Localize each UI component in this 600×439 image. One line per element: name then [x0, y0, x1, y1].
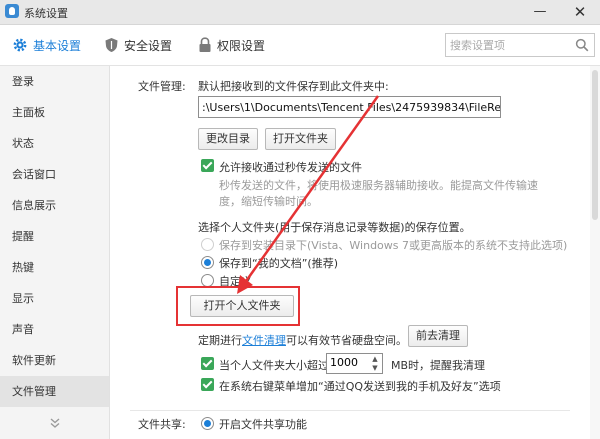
sidebar-item-display[interactable]: 显示 — [0, 283, 109, 314]
stepper-up-icon[interactable]: ▲ — [370, 355, 380, 364]
open-folder-button[interactable]: 打开文件夹 — [265, 128, 336, 150]
fast-transfer-description-line1: 秒传发送的文件，将使用极速服务器辅助接收。能提高文件传输速 — [219, 179, 538, 192]
tab-label: 权限设置 — [217, 38, 266, 53]
allow-fast-transfer-checkbox[interactable] — [201, 159, 214, 172]
sidebar-item-hotkeys[interactable]: 热键 — [0, 252, 109, 283]
qq-penguin-icon — [5, 4, 19, 18]
sidebar-item-software-update[interactable]: 软件更新 — [0, 345, 109, 376]
lock-icon — [199, 37, 211, 52]
sidebar-scroll-more[interactable] — [0, 417, 109, 432]
size-limit-label-before: 当个人文件夹大小超过 — [219, 359, 329, 372]
sidebar-item-chat-window[interactable]: 会话窗口 — [0, 159, 109, 190]
tab-basic-settings[interactable]: 基本设置 — [12, 25, 81, 65]
tab-permission-settings[interactable]: 权限设置 — [198, 25, 265, 65]
save-path-field[interactable] — [198, 96, 501, 118]
enable-file-share-label[interactable]: 开启文件共享功能 — [219, 416, 307, 432]
settings-toolbar: 基本设置 安全设置 权限设置 — [0, 25, 600, 66]
save-to-my-documents-radio[interactable] — [201, 256, 214, 269]
context-menu-checkbox[interactable] — [201, 378, 214, 391]
change-directory-button[interactable]: 更改目录 — [198, 128, 258, 150]
sidebar-item-file-management[interactable]: 文件管理 — [0, 376, 109, 407]
save-path-description: 默认把接收到的文件保存到此文件夹中: — [198, 80, 389, 93]
settings-search-box[interactable] — [445, 33, 595, 57]
file-management-section-label: 文件管理: — [138, 80, 186, 93]
tab-label: 安全设置 — [124, 38, 173, 53]
allow-fast-transfer-label[interactable]: 允许接收通过秒传发送的文件 — [219, 159, 362, 175]
context-menu-label[interactable]: 在系统右键菜单增加“通过QQ发送到我的手机及好友”选项 — [219, 378, 501, 394]
title-bar: 系统设置 — ✕ — [0, 0, 600, 25]
sidebar-item-status[interactable]: 状态 — [0, 128, 109, 159]
section-divider — [130, 410, 570, 411]
sidebar-item-reminder[interactable]: 提醒 — [0, 221, 109, 252]
save-to-install-dir-radio — [201, 238, 214, 251]
file-cleanup-link[interactable]: 文件清理 — [242, 334, 286, 347]
size-limit-stepper[interactable]: ▲ ▼ — [326, 353, 383, 374]
search-input[interactable] — [450, 37, 565, 53]
enable-file-share-radio[interactable] — [201, 417, 214, 430]
shield-icon — [105, 38, 118, 52]
stepper-down-icon[interactable]: ▼ — [370, 364, 380, 373]
gear-icon — [13, 38, 27, 52]
clean-now-button[interactable]: 前去清理 — [408, 325, 468, 347]
double-chevron-down-icon — [50, 418, 59, 428]
file-management-panel: 文件管理: 默认把接收到的文件保存到此文件夹中: 更改目录 打开文件夹 允许接收… — [110, 66, 590, 439]
cleanup-text-before: 定期进行 — [198, 334, 242, 347]
size-limit-label-after: MB时，提醒我清理 — [391, 359, 486, 372]
sidebar-item-info-display[interactable]: 信息展示 — [0, 190, 109, 221]
settings-sidebar: 登录 主面板 状态 会话窗口 信息展示 提醒 热键 显示 声音 软件更新 文件管… — [0, 66, 110, 439]
scrollbar-thumb[interactable] — [592, 70, 598, 220]
file-share-section-label: 文件共享: — [138, 418, 186, 431]
fast-transfer-description-line2: 度，缩短传输时间。 — [219, 195, 318, 208]
tab-label: 基本设置 — [33, 38, 82, 53]
cleanup-hint: 定期进行文件清理可以有效节省硬盘空间。 — [198, 332, 407, 348]
sidebar-item-sound[interactable]: 声音 — [0, 314, 109, 345]
save-to-install-dir-label: 保存到安装目录下(Vista、Windows 7或更高版本的系统不支持此选项) — [219, 239, 568, 252]
sidebar-item-login[interactable]: 登录 — [0, 66, 109, 97]
save-path-input[interactable] — [199, 97, 500, 117]
sidebar-item-main-panel[interactable]: 主面板 — [0, 97, 109, 128]
search-icon[interactable] — [575, 38, 589, 52]
window-title: 系统设置 — [24, 7, 68, 20]
cleanup-text-after: 可以有效节省硬盘空间。 — [286, 334, 407, 347]
size-limit-input[interactable] — [330, 356, 366, 369]
minimize-button[interactable]: — — [520, 0, 560, 24]
save-to-my-documents-label[interactable]: 保存到“我的文档”(推荐) — [219, 255, 338, 271]
personal-folder-description: 选择个人文件夹(用于保存消息记录等数据)的保存位置。 — [198, 221, 471, 234]
tab-security-settings[interactable]: 安全设置 — [104, 25, 172, 65]
close-button[interactable]: ✕ — [560, 0, 600, 24]
size-limit-checkbox[interactable] — [201, 357, 214, 370]
open-personal-folder-button[interactable]: 打开个人文件夹 — [190, 295, 294, 317]
